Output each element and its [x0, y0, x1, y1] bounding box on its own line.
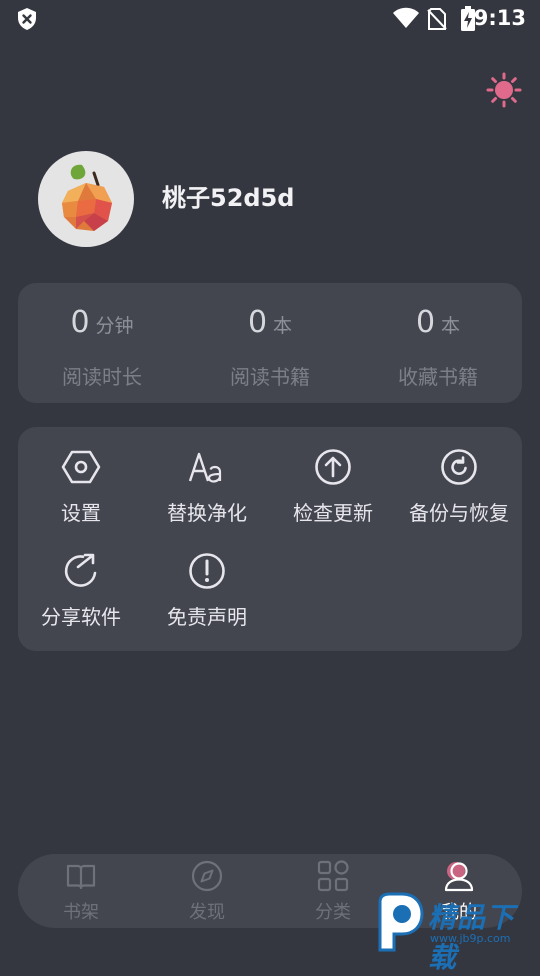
peach-icon — [62, 164, 112, 231]
nav-label: 书架 — [63, 902, 99, 923]
stat-value: 0 — [70, 305, 90, 340]
menu-label: 替换净化 — [167, 501, 247, 525]
menu-label: 检查更新 — [293, 501, 373, 525]
nav-item-bookshelf[interactable]: 书架 — [18, 854, 144, 928]
grid-icon — [317, 860, 349, 892]
menu-item-check-update[interactable]: 检查更新 — [270, 427, 396, 527]
stat-value: 0 — [247, 305, 268, 340]
menu-item-disclaimer[interactable]: 免责声明 — [144, 531, 270, 631]
share-arrow-icon — [64, 553, 97, 587]
status-time: 9:13 — [473, 6, 526, 30]
wifi-icon — [393, 7, 419, 28]
stat-label: 阅读书籍 — [230, 365, 310, 389]
menu-item-backup-restore[interactable]: 备份与恢复 — [396, 427, 522, 527]
restore-circle-icon — [441, 449, 477, 485]
menu-item-share[interactable]: 分享软件 — [18, 531, 144, 631]
shield-x-icon — [18, 8, 36, 30]
no-sim-icon — [427, 8, 447, 30]
stat-reading-time[interactable]: 0 分钟 阅读时长 — [18, 283, 186, 403]
watermark-logo-icon — [378, 892, 424, 952]
stat-label: 收藏书籍 — [398, 365, 478, 389]
stat-books-favorited[interactable]: 0本 收藏书籍 — [354, 283, 522, 403]
menu-card: 设置 替换净化 检查更新 备份与恢复 分享软件 免责声明 — [18, 427, 522, 651]
watermark-url: www.jb9p.com — [430, 932, 511, 945]
username[interactable]: 桃子52d5d — [162, 178, 294, 213]
menu-item-settings[interactable]: 设置 — [18, 427, 144, 527]
exclamation-circle-icon — [189, 553, 225, 589]
stat-unit: 分钟 — [95, 315, 134, 337]
nav-label: 发现 — [189, 902, 225, 923]
menu-label: 设置 — [61, 501, 101, 525]
sun-icon[interactable] — [486, 72, 522, 108]
menu-label: 分享软件 — [41, 605, 121, 629]
arrow-up-circle-icon — [315, 449, 351, 485]
stats-card: 0 分钟 阅读时长 0本 阅读书籍 0本 收藏书籍 — [18, 283, 522, 403]
nav-item-discover[interactable]: 发现 — [144, 854, 270, 928]
font-aa-icon — [188, 452, 222, 483]
stat-label: 阅读时长 — [62, 365, 142, 389]
status-bar: 9:13 — [0, 0, 540, 38]
menu-item-replace[interactable]: 替换净化 — [144, 427, 270, 527]
menu-label: 备份与恢复 — [409, 501, 509, 525]
stat-unit: 本 — [273, 315, 293, 337]
stat-value: 0 — [415, 305, 436, 340]
compass-icon — [191, 860, 223, 892]
avatar[interactable] — [38, 151, 134, 247]
stat-unit: 本 — [441, 315, 461, 337]
menu-label: 免责声明 — [167, 605, 247, 629]
book-icon — [66, 864, 96, 890]
stat-books-read[interactable]: 0本 阅读书籍 — [186, 283, 354, 403]
settings-hexagon-icon — [61, 450, 101, 484]
watermark: 精品下载 www.jb9p.com — [372, 888, 540, 974]
